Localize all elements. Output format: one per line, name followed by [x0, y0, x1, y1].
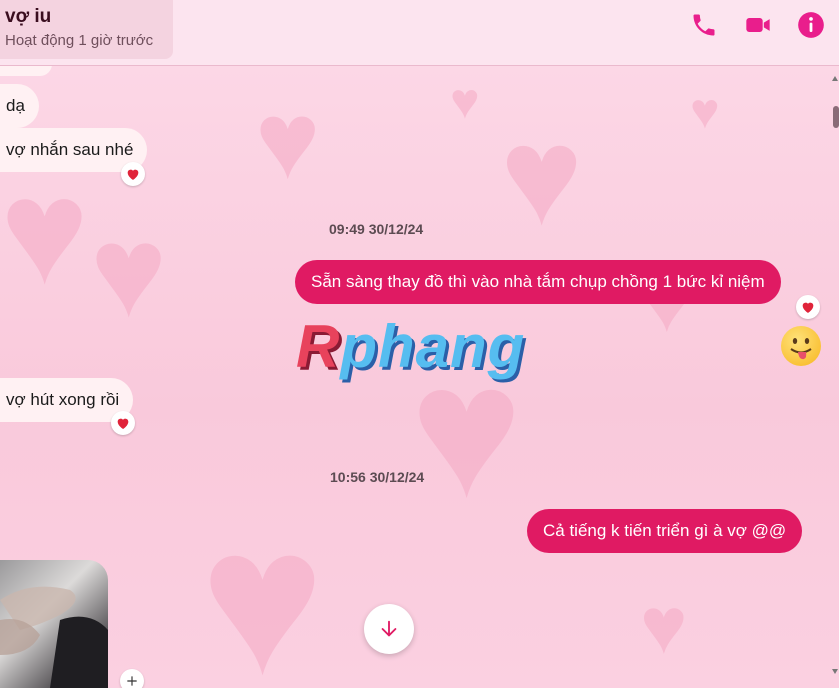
- message-text: Sẵn sàng thay đồ thì vào nhà tắm chụp ch…: [311, 272, 765, 291]
- contact-name: vợ iu: [5, 6, 52, 27]
- timestamp: 10:56 30/12/24: [330, 469, 425, 485]
- message-bubble-partial[interactable]: [0, 66, 52, 76]
- scrollbar-thumb[interactable]: [833, 106, 839, 128]
- scroll-down-arrow-icon[interactable]: [832, 669, 838, 674]
- background-heart-icon: ♥: [640, 581, 688, 670]
- video-call-icon[interactable]: [744, 11, 772, 39]
- contact-info[interactable]: vợ iu Hoạt động 1 giờ trước: [0, 0, 173, 59]
- background-heart-icon: ♥: [690, 83, 720, 139]
- info-icon[interactable]: [797, 11, 825, 39]
- photo-attachment[interactable]: [0, 560, 108, 688]
- heart-reaction-icon[interactable]: [796, 295, 820, 319]
- background-heart-icon: ♥: [255, 79, 321, 202]
- scrollbar[interactable]: [831, 76, 839, 676]
- tongue-out-emoji[interactable]: [781, 326, 821, 366]
- background-heart-icon: ♥: [500, 97, 584, 254]
- heart-reaction-icon[interactable]: [111, 411, 135, 435]
- message-text: vợ nhắn sau nhé: [6, 140, 134, 159]
- message-bubble-sent[interactable]: Sẵn sàng thay đồ thì vào nhà tắm chụp ch…: [295, 260, 781, 304]
- watermark-letter: R: [296, 313, 341, 380]
- background-heart-icon: ♥: [450, 73, 480, 129]
- watermark-text: phang: [340, 313, 526, 380]
- watermark-logo: Rphang: [296, 312, 525, 381]
- reaction-add-icon[interactable]: [120, 669, 144, 688]
- heart-reaction-icon[interactable]: [121, 162, 145, 186]
- scroll-to-bottom-button[interactable]: [364, 604, 414, 654]
- message-list[interactable]: ♥ ♥ ♥ ♥ ♥ ♥ ♥ ♥ ♥ ♥ dạ vợ nhắn sau nhé 0…: [0, 66, 839, 688]
- messenger-window: vợ iu Hoạt động 1 giờ trước ♥ ♥ ♥ ♥ ♥ ♥ …: [0, 0, 839, 688]
- background-heart-icon: ♥: [0, 147, 90, 315]
- background-heart-icon: ♥: [90, 198, 168, 344]
- message-bubble-received[interactable]: dạ: [0, 84, 39, 128]
- scroll-up-arrow-icon[interactable]: [832, 76, 838, 81]
- chat-header: vợ iu Hoạt động 1 giờ trước: [0, 0, 839, 66]
- message-text: vợ hút xong rồi: [6, 390, 120, 409]
- phone-icon[interactable]: [690, 11, 718, 39]
- message-text: dạ: [6, 96, 25, 115]
- timestamp: 09:49 30/12/24: [329, 221, 424, 237]
- arrow-down-icon: [381, 620, 397, 637]
- message-text: Cả tiếng k tiến triển gì à vợ @@: [543, 521, 787, 540]
- background-heart-icon: ♥: [200, 483, 325, 688]
- contact-status: Hoạt động 1 giờ trước: [5, 32, 154, 49]
- message-bubble-sent[interactable]: Cả tiếng k tiến triển gì à vợ @@: [527, 509, 803, 553]
